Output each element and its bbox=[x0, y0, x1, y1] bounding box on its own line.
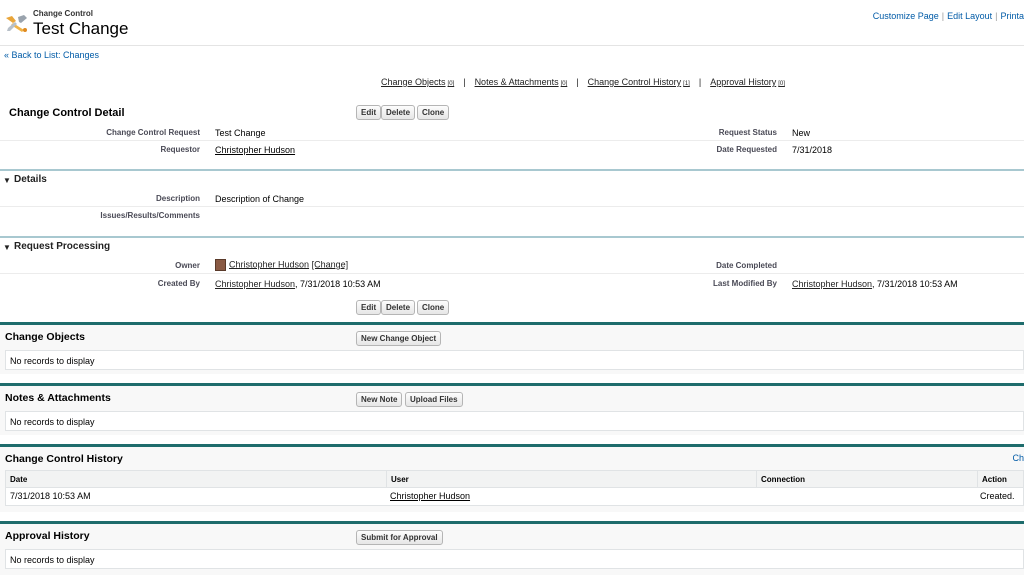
field-value: 7/31/2018 bbox=[792, 145, 833, 155]
modified-by-user-link[interactable]: Christopher Hudson bbox=[792, 279, 872, 289]
field-value: New bbox=[792, 128, 811, 138]
related-list-title: Change Objects bbox=[5, 331, 85, 343]
show-more-link[interactable]: Ch bbox=[1012, 453, 1024, 463]
field-label: Owner bbox=[175, 261, 200, 270]
edit-layout-link[interactable]: Edit Layout bbox=[947, 11, 992, 21]
created-by-user-link[interactable]: Christopher Hudson bbox=[215, 279, 295, 289]
modified-timestamp: , 7/31/2018 10:53 AM bbox=[872, 279, 958, 289]
field-label: Requestor bbox=[160, 145, 200, 154]
field-row: Description Description of Change bbox=[0, 190, 1024, 207]
upload-files-button[interactable]: Upload Files bbox=[405, 392, 463, 407]
empty-message: No records to display bbox=[10, 417, 95, 427]
delete-button-bottom[interactable]: Delete bbox=[381, 300, 416, 315]
created-by-value: Christopher Hudson, 7/31/2018 10:53 AM bbox=[215, 279, 381, 289]
field-row: Change Control Request Test Change Reque… bbox=[0, 124, 1024, 141]
table-row: 7/31/2018 10:53 AM Christopher Hudson Cr… bbox=[5, 488, 1024, 506]
rl-link-approval-history[interactable]: Approval History [0] bbox=[710, 77, 785, 87]
separator: | bbox=[463, 77, 466, 87]
cell-user-link[interactable]: Christopher Hudson bbox=[390, 491, 470, 501]
clone-button-bottom[interactable]: Clone bbox=[417, 300, 450, 315]
created-timestamp: , 7/31/2018 10:53 AM bbox=[295, 279, 381, 289]
requestor-link[interactable]: Christopher Hudson bbox=[215, 145, 295, 155]
new-change-object-button[interactable]: New Change Object bbox=[356, 331, 442, 346]
empty-message: No records to display bbox=[10, 555, 95, 565]
related-list-body: No records to display bbox=[5, 350, 1024, 370]
owner-link[interactable]: Christopher Hudson bbox=[229, 259, 309, 269]
printable-view-link[interactable]: Printa bbox=[1000, 11, 1024, 21]
object-type-label: Change Control bbox=[33, 9, 93, 18]
field-label: Request Status bbox=[718, 128, 777, 137]
owner-value: Christopher Hudson [Change] bbox=[215, 259, 348, 271]
field-row: Owner Christopher Hudson [Change] Date C… bbox=[0, 257, 1024, 274]
page-header: Change Control Test Change Customize Pag… bbox=[0, 0, 1024, 46]
field-value: Description of Change bbox=[215, 194, 305, 204]
edit-button-bottom[interactable]: Edit bbox=[356, 300, 382, 315]
field-label: Last Modified By bbox=[712, 279, 777, 288]
cell-date: 7/31/2018 10:53 AM bbox=[10, 491, 91, 501]
column-header-connection: Connection bbox=[756, 471, 805, 487]
rl-link-notes-attachments[interactable]: Notes & Attachments [0] bbox=[475, 77, 568, 87]
column-header-action: Action bbox=[977, 471, 1007, 487]
related-list-title: Change Control History bbox=[5, 453, 123, 465]
field-value: Test Change bbox=[215, 128, 266, 138]
separator: | bbox=[698, 77, 702, 87]
delete-button[interactable]: Delete bbox=[381, 105, 416, 120]
header-links: Customize Page | Edit Layout | Printa bbox=[872, 11, 1024, 21]
field-label: Date Completed bbox=[716, 261, 777, 270]
rl-link-change-objects[interactable]: Change Objects [0] bbox=[381, 77, 454, 87]
section-title: Details bbox=[14, 174, 47, 185]
change-owner-link[interactable]: [Change] bbox=[312, 259, 349, 269]
cell-action: Created. bbox=[980, 491, 1015, 501]
field-label: Change Control Request bbox=[106, 128, 200, 137]
separator: | bbox=[576, 77, 579, 87]
customize-page-link[interactable]: Customize Page bbox=[873, 11, 939, 21]
change-control-tools-icon bbox=[4, 14, 29, 34]
column-header-user: User bbox=[386, 471, 409, 487]
field-label: Issues/Results/Comments bbox=[100, 211, 200, 220]
clone-button[interactable]: Clone bbox=[417, 105, 450, 120]
detail-title: Change Control Detail bbox=[9, 107, 125, 119]
collapse-triangle-icon[interactable]: ▼ bbox=[3, 243, 11, 252]
related-list-approval-history: Approval History Submit for Approval No … bbox=[0, 521, 1024, 575]
related-list-body: No records to display bbox=[5, 549, 1024, 569]
section-title: Request Processing bbox=[14, 241, 111, 252]
avatar bbox=[215, 259, 226, 271]
modified-by-value: Christopher Hudson, 7/31/2018 10:53 AM bbox=[792, 279, 958, 289]
new-note-button[interactable]: New Note bbox=[356, 392, 403, 407]
field-row: Requestor Christopher Hudson Date Reques… bbox=[0, 141, 1024, 158]
detail-block: Change Control Detail Edit Delete Clone … bbox=[0, 100, 1024, 320]
related-list-body: No records to display bbox=[5, 411, 1024, 431]
submit-for-approval-button[interactable]: Submit for Approval bbox=[356, 530, 443, 545]
edit-button[interactable]: Edit bbox=[356, 105, 382, 120]
back-to-list-link[interactable]: « Back to List: Changes bbox=[4, 50, 99, 60]
related-list-change-control-history: Change Control History Ch Date User Conn… bbox=[0, 444, 1024, 512]
empty-message: No records to display bbox=[10, 356, 95, 366]
field-label: Description bbox=[155, 194, 200, 203]
page-title: Test Change bbox=[33, 19, 129, 38]
related-list-notes-attachments: Notes & Attachments New Note Upload File… bbox=[0, 383, 1024, 435]
section-request-processing[interactable]: ▼ Request Processing bbox=[0, 236, 1024, 254]
table-header: Date User Connection Action bbox=[5, 470, 1024, 488]
related-list-title: Approval History bbox=[5, 530, 90, 542]
field-row: Issues/Results/Comments bbox=[0, 207, 1024, 224]
related-list-title: Notes & Attachments bbox=[5, 392, 111, 404]
field-label: Date Requested bbox=[716, 145, 777, 154]
field-row: Created By Christopher Hudson, 7/31/2018… bbox=[0, 275, 1024, 292]
column-header-date: Date bbox=[10, 475, 28, 484]
rl-link-change-control-history[interactable]: Change Control History [1] bbox=[588, 77, 690, 87]
related-list-change-objects: Change Objects New Change Object No reco… bbox=[0, 322, 1024, 374]
field-label: Created By bbox=[157, 279, 200, 288]
related-list-links: Change Objects [0] | Notes & Attachments [0]… bbox=[381, 77, 785, 87]
section-details[interactable]: ▼ Details bbox=[0, 169, 1024, 187]
collapse-triangle-icon[interactable]: ▼ bbox=[3, 176, 11, 185]
